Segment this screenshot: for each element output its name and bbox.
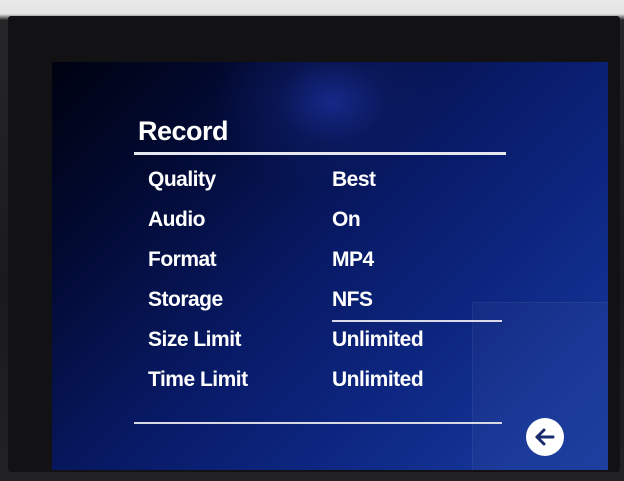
setting-label: Storage	[148, 288, 223, 311]
setting-value[interactable]: Unlimited	[332, 368, 424, 392]
setting-label: Quality	[148, 168, 216, 191]
setting-value[interactable]: NFS	[332, 288, 373, 312]
screen-bezel: Record Quality Best Audio On Format MP4 …	[8, 16, 620, 472]
setting-value[interactable]: Best	[332, 168, 376, 192]
setting-label: Audio	[148, 208, 205, 231]
display-screen: Record Quality Best Audio On Format MP4 …	[52, 62, 608, 470]
setting-row-quality[interactable]: Quality Best	[148, 162, 508, 202]
setting-row-size-limit[interactable]: Size Limit Unlimited	[148, 322, 508, 362]
setting-row-audio[interactable]: Audio On	[148, 202, 508, 242]
arrow-left-icon	[535, 428, 555, 446]
title-divider	[134, 152, 506, 155]
setting-row-storage[interactable]: Storage NFS	[148, 282, 508, 322]
setting-value[interactable]: MP4	[332, 248, 374, 272]
back-button[interactable]	[526, 418, 564, 456]
setting-row-time-limit[interactable]: Time Limit Unlimited	[148, 362, 508, 402]
settings-list: Quality Best Audio On Format MP4 Storage…	[148, 162, 508, 402]
setting-value[interactable]: Unlimited	[332, 328, 424, 352]
bottom-divider	[134, 422, 502, 424]
setting-label: Format	[148, 248, 217, 271]
setting-row-format[interactable]: Format MP4	[148, 242, 508, 282]
setting-value[interactable]: On	[332, 208, 361, 232]
device-frame: Record Quality Best Audio On Format MP4 …	[0, 0, 624, 481]
setting-label: Size Limit	[148, 328, 242, 351]
setting-label: Time Limit	[148, 368, 248, 391]
page-title: Record	[138, 116, 229, 146]
